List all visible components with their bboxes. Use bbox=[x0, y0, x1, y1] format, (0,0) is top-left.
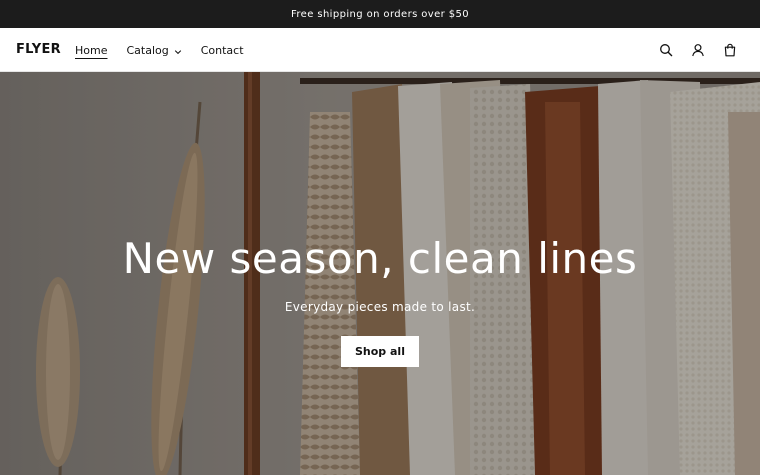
main-nav: Home Catalog Contact bbox=[75, 28, 244, 72]
nav-contact-label: Contact bbox=[200, 43, 244, 57]
header-icons bbox=[658, 28, 738, 72]
chevron-down-icon bbox=[174, 46, 182, 55]
announcement-bar: Free shipping on orders over $50 bbox=[0, 0, 760, 28]
cart-icon[interactable] bbox=[722, 42, 738, 58]
site-header: FLYER Home Catalog Contact bbox=[0, 28, 760, 72]
hero-banner: New season, clean lines Everyday pieces … bbox=[0, 72, 760, 475]
account-icon[interactable] bbox=[690, 42, 706, 58]
nav-item-contact[interactable]: Contact bbox=[201, 28, 244, 72]
nav-item-home[interactable]: Home bbox=[75, 28, 107, 72]
nav-item-catalog[interactable]: Catalog bbox=[126, 28, 181, 72]
nav-home-label: Home bbox=[75, 43, 108, 57]
site-logo[interactable]: FLYER bbox=[16, 42, 61, 57]
hero-title: New season, clean lines bbox=[122, 234, 638, 283]
hero-subtitle: Everyday pieces made to last. bbox=[284, 300, 476, 314]
shop-all-button[interactable]: Shop all bbox=[341, 336, 419, 367]
nav-catalog-label: Catalog bbox=[126, 43, 169, 57]
announcement-text: Free shipping on orders over $50 bbox=[290, 8, 470, 20]
search-icon[interactable] bbox=[658, 42, 674, 58]
